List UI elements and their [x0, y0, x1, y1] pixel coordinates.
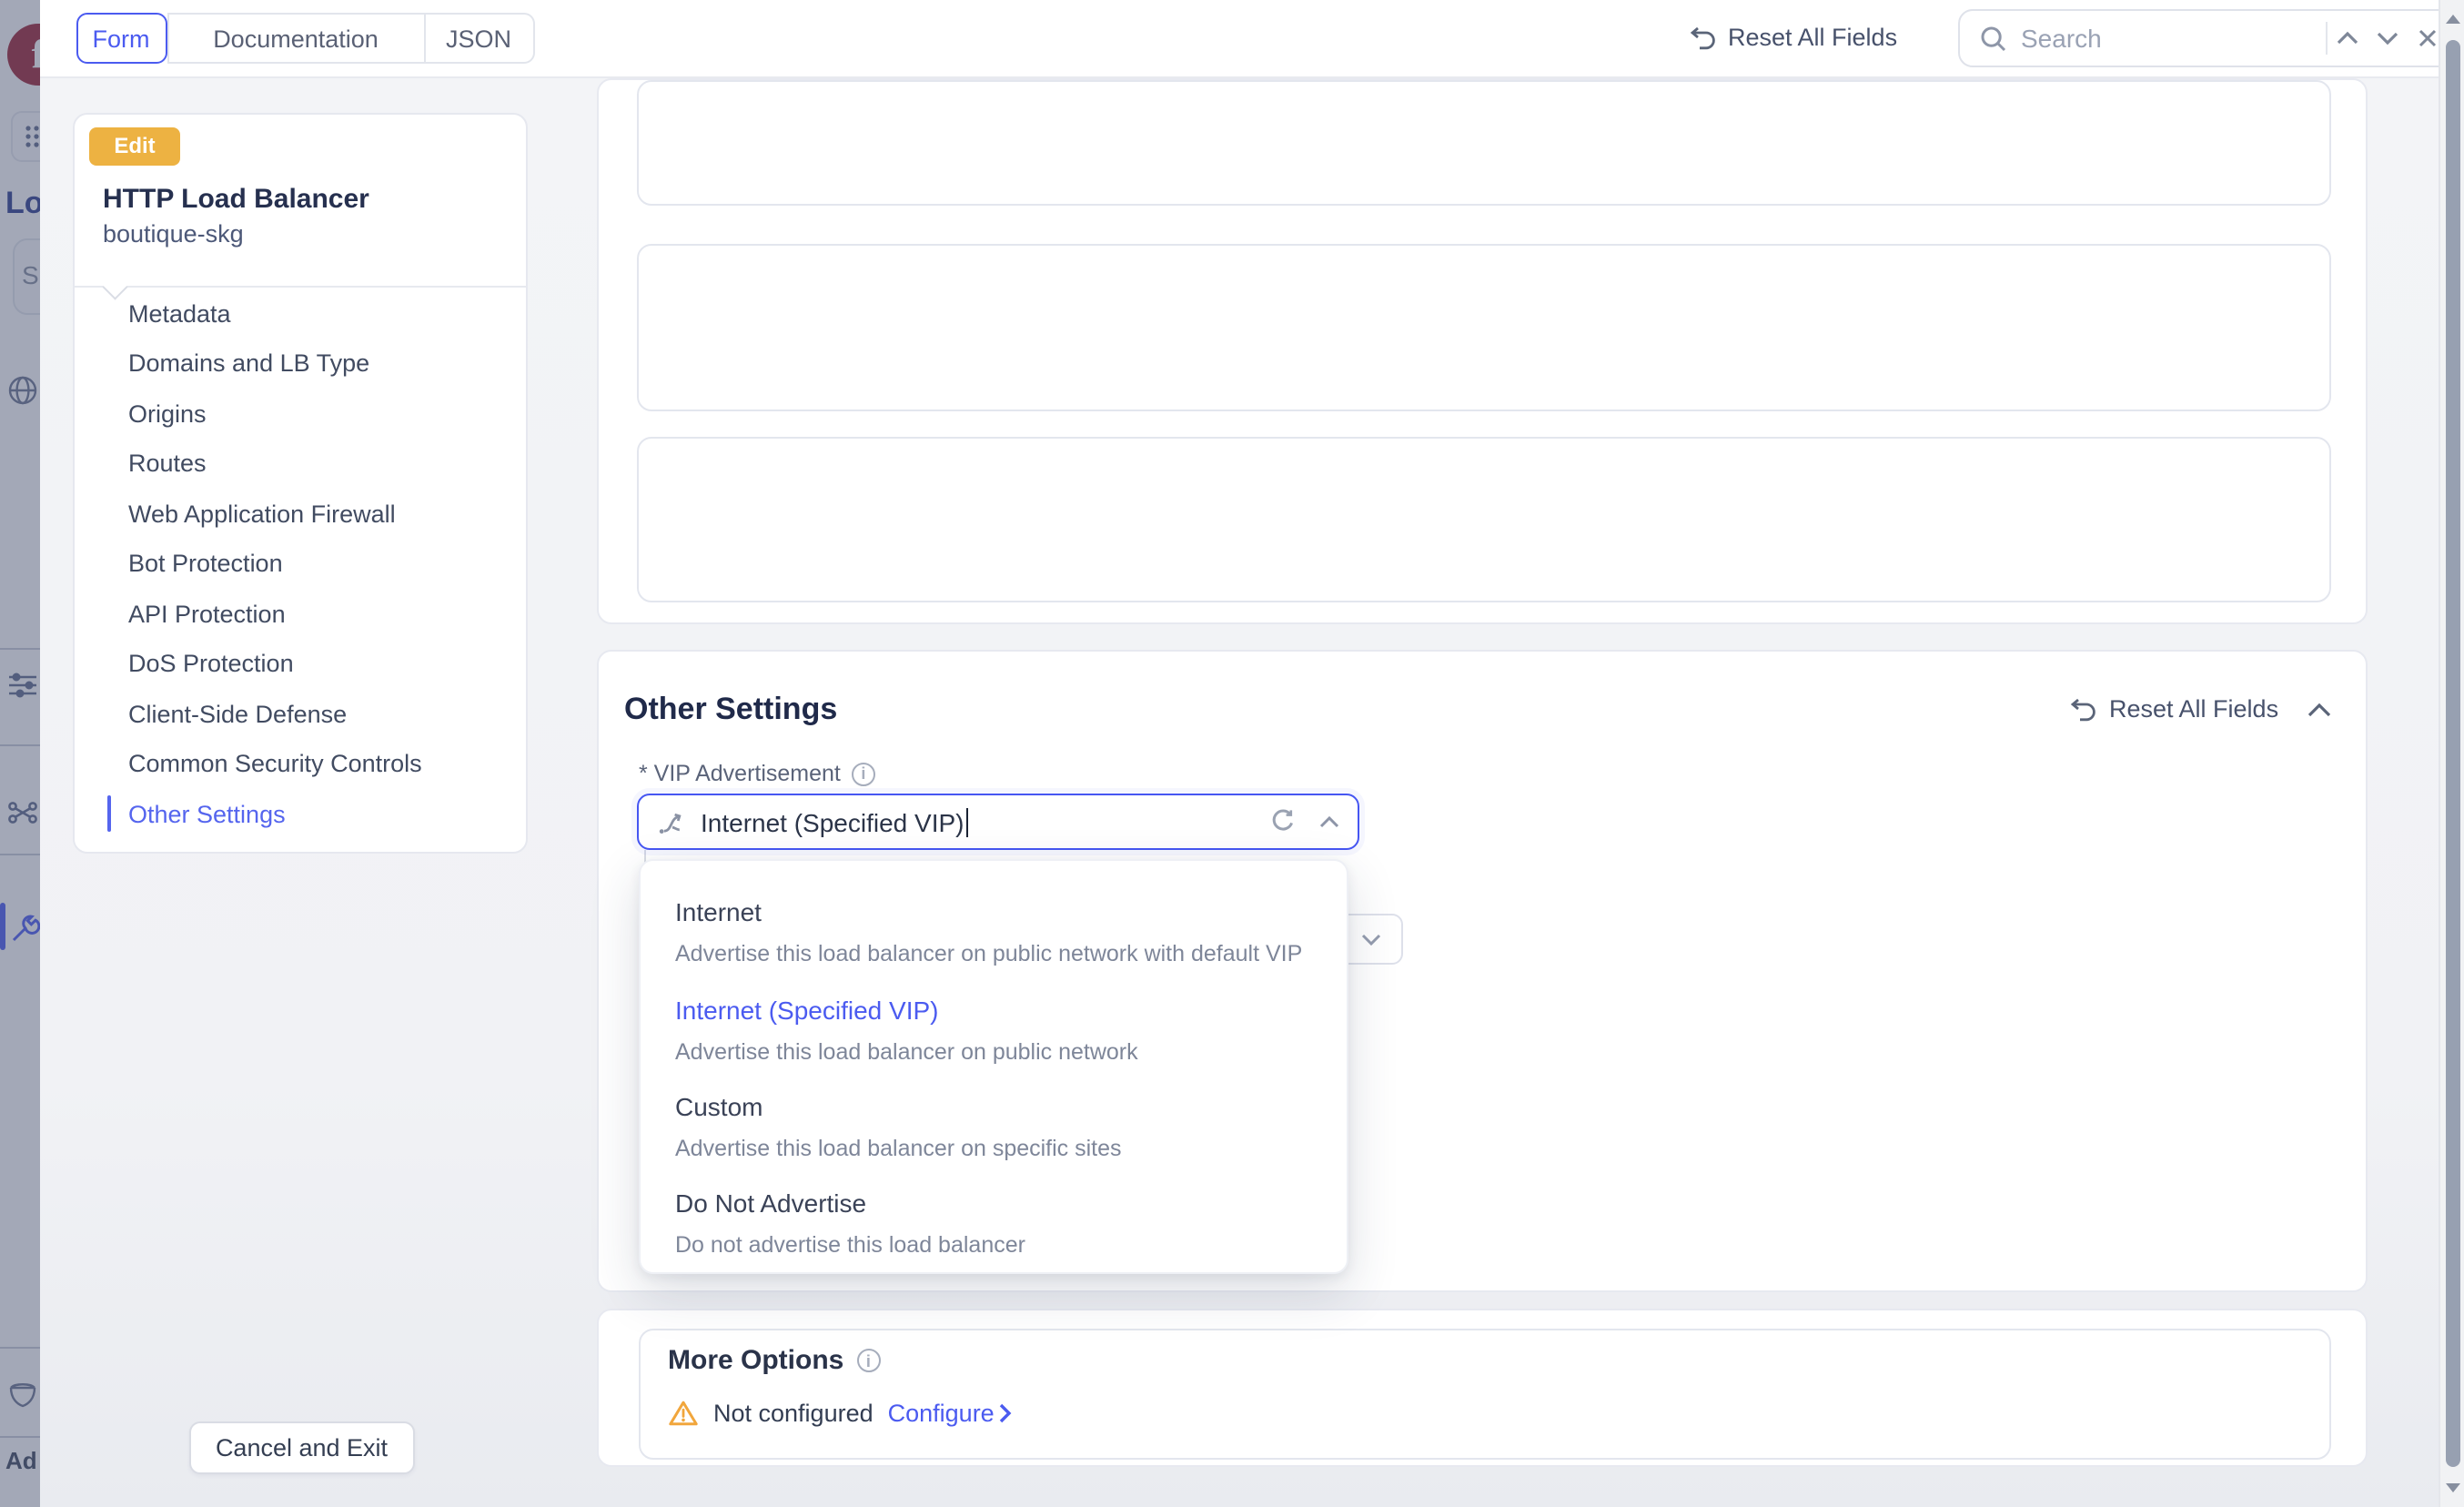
sidebar-collapse-notch[interactable] [102, 273, 127, 298]
tab-json-label: JSON [446, 25, 511, 52]
sidebar-item-metadata[interactable]: Metadata [128, 295, 231, 331]
vip-advertisement-label-text: * VIP Advertisement [639, 761, 841, 786]
reset-all-fields-button[interactable]: Reset All Fields [1688, 24, 1897, 51]
sidebar-item-domains-lb-type[interactable]: Domains and LB Type [128, 345, 369, 381]
option-do-not-advertise-description: Do not advertise this load balancer [675, 1231, 1025, 1257]
more-options-card [639, 1329, 2331, 1459]
search-input[interactable]: Search [1957, 9, 2456, 67]
cors-policy-card [637, 437, 2331, 602]
chevron-up-icon[interactable] [1319, 815, 1339, 828]
sidebar-item-label: Common Security Controls [128, 750, 422, 777]
sidebar-item-label: API Protection [128, 600, 286, 627]
edit-badge: Edit [89, 126, 180, 165]
section-reset-all-fields-button[interactable]: Reset All Fields [2069, 695, 2278, 723]
search-placeholder: Search [2021, 24, 2325, 53]
vip-advertisement-select[interactable]: Internet (Specified VIP) [637, 794, 1359, 850]
option-internet-label: Internet [675, 897, 762, 926]
option-custom-label: Custom [675, 1091, 762, 1120]
sidebar-item-waf[interactable]: Web Application Firewall [128, 495, 396, 531]
info-icon[interactable]: i [856, 1349, 880, 1372]
overlay-scrim [0, 0, 39, 1507]
vip-advertisement-label: * VIP Advertisement i [639, 761, 875, 786]
page-scrollbar[interactable] [2439, 0, 2464, 1507]
refresh-icon[interactable] [1270, 808, 1296, 834]
sidebar-active-indicator [107, 795, 111, 832]
sidebar-item-label: Bot Protection [128, 550, 283, 577]
sidebar-item-dos-protection[interactable]: DoS Protection [128, 645, 294, 682]
sidebar-item-label: Metadata [128, 299, 231, 327]
option-do-not-advertise-label: Do Not Advertise [675, 1188, 866, 1217]
chevron-down-icon [1361, 934, 1381, 946]
sidebar-item-routes[interactable]: Routes [128, 445, 207, 481]
tab-form-label: Form [93, 25, 150, 52]
scroll-down-icon[interactable] [2446, 1483, 2460, 1492]
scrollbar-thumb[interactable] [2445, 40, 2459, 1467]
status-text: Not configured [713, 1400, 874, 1427]
vip-advertisement-value: Internet (Specified VIP) [701, 807, 964, 836]
sidebar-item-label: DoS Protection [128, 650, 294, 677]
object-type-title: HTTP Load Balancer [103, 183, 369, 214]
tab-form[interactable]: Form [76, 13, 167, 64]
section-collapse-icon[interactable] [2307, 703, 2331, 717]
sidebar-item-api-protection[interactable]: API Protection [128, 595, 286, 632]
form-sidebar: Edit HTTP Load Balancer boutique-skg Met… [73, 112, 528, 853]
search-icon [1979, 25, 2006, 52]
configure-link[interactable]: Configure [888, 1400, 1013, 1427]
scroll-up-icon[interactable] [2446, 15, 2460, 24]
search-prev-icon[interactable] [2327, 18, 2367, 58]
sidebar-item-label: Web Application Firewall [128, 500, 396, 527]
vip-advertisement-dropdown: Internet Advertise this load balancer on… [639, 858, 1348, 1273]
trusted-client-rules-card [637, 80, 2331, 206]
sidebar-item-bot-protection[interactable]: Bot Protection [128, 545, 283, 582]
reset-all-fields-label: Reset All Fields [1728, 24, 1897, 51]
undo-icon [2069, 696, 2096, 722]
sidebar-item-label: Domains and LB Type [128, 349, 369, 377]
info-icon[interactable]: i [852, 762, 875, 785]
cancel-and-exit-label: Cancel and Exit [216, 1434, 388, 1461]
option-custom-description: Advertise this load balancer on specific… [675, 1135, 1122, 1160]
sidebar-item-client-side-defense[interactable]: Client-Side Defense [128, 695, 347, 732]
sidebar-item-origins[interactable]: Origins [128, 395, 207, 431]
text-cursor [966, 807, 969, 836]
configure-label: Configure [888, 1400, 995, 1427]
sidebar-item-label: Client-Side Defense [128, 700, 347, 727]
option-internet-description: Advertise this load balancer on public n… [675, 941, 1302, 966]
console-left-rail: f Lo S [0, 0, 39, 1507]
sidebar-item-label: Routes [128, 450, 207, 477]
undo-icon [1688, 25, 1715, 50]
sidebar-item-label: Other Settings [128, 800, 286, 827]
tab-documentation-label: Documentation [213, 25, 379, 52]
card-title: More Options i [668, 1345, 880, 1376]
option-internet-specified-vip-description: Advertise this load balancer on public n… [675, 1039, 1138, 1065]
form-toolbar: Form Documentation JSON Reset All Fields… [39, 0, 2464, 78]
option-internet-specified-vip-label: Internet (Specified VIP) [675, 996, 939, 1025]
status-row: Not configured Configure [668, 1400, 1013, 1427]
more-options-title: More Options [668, 1345, 843, 1376]
advertise-icon [657, 807, 686, 836]
section-reset-label: Reset All Fields [2109, 695, 2278, 723]
sidebar-divider [75, 285, 526, 287]
chevron-right-icon [1000, 1403, 1013, 1423]
warning-icon [668, 1400, 699, 1427]
tab-documentation[interactable]: Documentation [167, 13, 425, 64]
tab-json[interactable]: JSON [425, 13, 534, 64]
other-settings-title: Other Settings [624, 692, 837, 728]
cancel-and-exit-button[interactable]: Cancel and Exit [189, 1421, 414, 1474]
client-blocking-rules-card [637, 244, 2331, 410]
sidebar-item-label: Origins [128, 400, 207, 427]
search-next-icon[interactable] [2367, 18, 2407, 58]
sidebar-item-common-security-controls[interactable]: Common Security Controls [128, 745, 422, 782]
sidebar-item-other-settings[interactable]: Other Settings [128, 795, 286, 832]
object-name: boutique-skg [103, 219, 244, 247]
